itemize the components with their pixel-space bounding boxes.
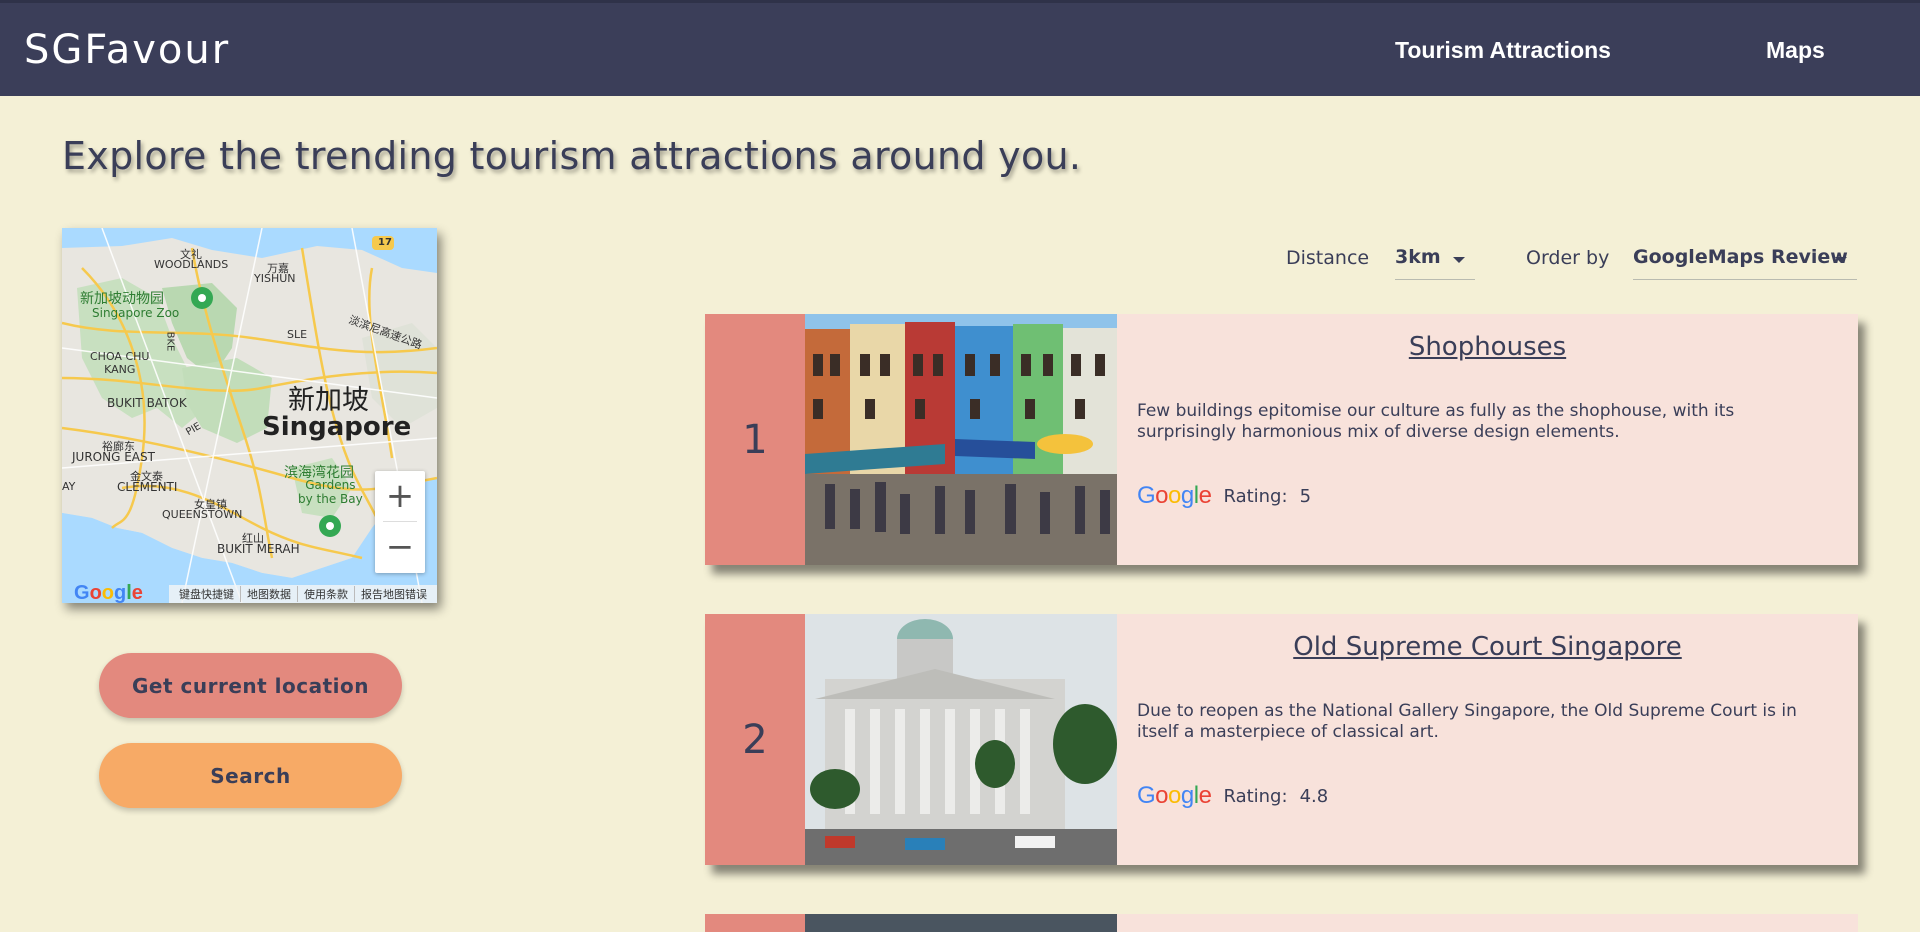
google-logo-icon: Google: [1137, 482, 1212, 509]
search-button[interactable]: Search: [99, 743, 402, 808]
chevron-down-icon: [1453, 257, 1465, 263]
map-label-sle: SLE: [287, 328, 308, 341]
map-label-ay: AY: [62, 480, 76, 493]
map-label-bukit-merah: BUKIT MERAH: [217, 542, 300, 556]
attraction-title-link[interactable]: Old Supreme Court Singapore: [1117, 632, 1858, 662]
google-maps-logo: Google: [74, 581, 143, 604]
google-logo-icon: Google: [1137, 782, 1212, 809]
nav-link-tourism-attractions[interactable]: Tourism Attractions: [1395, 37, 1611, 64]
map-label-choa-chu-kang: CHOA CHU KANG: [90, 350, 150, 376]
attraction-photo: [805, 614, 1117, 865]
map-zoom-controls: + −: [375, 471, 425, 573]
attraction-rank: 2: [705, 614, 805, 865]
distance-select[interactable]: 3km: [1395, 240, 1475, 280]
attraction-description: Due to reopen as the National Gallery Si…: [1137, 701, 1797, 742]
map-label-bke: BKE: [164, 331, 176, 352]
keyboard-shortcuts-link[interactable]: 键盘快捷键: [173, 586, 240, 602]
get-current-location-button[interactable]: Get current location: [99, 653, 402, 718]
map-label-clementi: CLEMENTI: [117, 480, 178, 494]
attraction-card: [705, 914, 1858, 932]
map-label-queenstown: QUEENSTOWN: [162, 508, 243, 521]
attraction-rank: [705, 914, 805, 932]
map-label-zoo-en: Singapore Zoo: [92, 306, 180, 320]
attraction-description: Few buildings epitomise our culture as f…: [1137, 401, 1735, 442]
attraction-title-link[interactable]: Shophouses: [1117, 332, 1858, 362]
map-label-zoo-cn: 新加坡动物园: [80, 291, 164, 307]
attraction-rating: Google Rating: 4.8: [1137, 782, 1328, 810]
rating-value: 4.8: [1299, 785, 1329, 807]
map-widget[interactable]: 17 文礼 WOODLANDS 万嘉 YISHUN 新加坡动物园 Singapo…: [62, 228, 437, 603]
map-label-bukit-batok: BUKIT BATOK: [107, 396, 187, 410]
rating-value: 5: [1299, 485, 1312, 507]
attraction-rank: 1: [705, 314, 805, 565]
attraction-card: 2 Old Supreme Court Singapore Due to reo…: [705, 614, 1858, 865]
rating-label: Rating:: [1223, 485, 1288, 507]
nav-link-maps[interactable]: Maps: [1766, 37, 1825, 64]
distance-label: Distance: [1286, 247, 1370, 269]
attraction-card: 1 Shophouses Few buildings epitomise our…: [705, 314, 1858, 565]
attraction-photo: [805, 314, 1117, 565]
map-label-woodlands: WOODLANDS: [154, 258, 229, 271]
page-title: Explore the trending tourism attractions…: [62, 134, 1082, 178]
rating-label: Rating:: [1223, 785, 1288, 807]
map-label-gardens-en: Gardens by the Bay: [298, 478, 363, 506]
terms-link[interactable]: 使用条款: [297, 586, 354, 602]
map-label-sg-en: Singapore: [262, 412, 412, 442]
map-data-link[interactable]: 地图数据: [240, 586, 297, 602]
map-attribution: 键盘快捷键 地图数据 使用条款 报告地图错误: [169, 585, 437, 603]
distance-value: 3km: [1395, 246, 1441, 268]
zoom-in-button[interactable]: +: [375, 471, 425, 521]
map-label-road-17: 17: [378, 237, 392, 248]
order-by-label: Order by: [1526, 247, 1610, 269]
brand-logo[interactable]: SGFavour: [24, 27, 230, 73]
chevron-down-icon: [1835, 257, 1847, 263]
order-by-value: GoogleMaps Review: [1633, 246, 1848, 268]
zoom-out-button[interactable]: −: [375, 522, 425, 572]
map-label-yishun: YISHUN: [254, 272, 296, 285]
attraction-photo: [805, 914, 1117, 932]
attraction-rating: Google Rating: 5: [1137, 482, 1311, 510]
map-label-jurong-east: JURONG EAST: [72, 450, 155, 464]
report-error-link[interactable]: 报告地图错误: [354, 586, 433, 602]
order-by-select[interactable]: GoogleMaps Review: [1633, 240, 1857, 280]
navbar: SGFavour Tourism Attractions Maps: [0, 0, 1920, 96]
